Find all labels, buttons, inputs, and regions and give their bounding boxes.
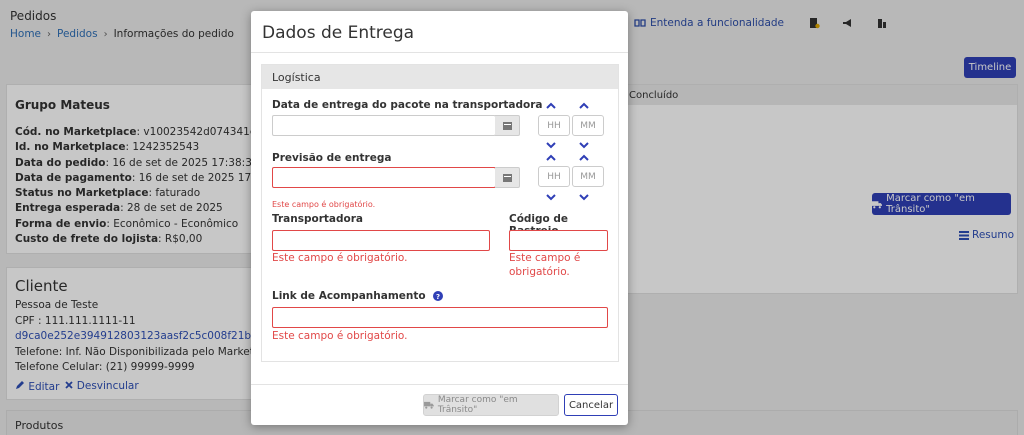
submit-in-transit-label: Marcar como "em Trânsito" bbox=[437, 395, 518, 415]
tracking-link-label: Link de Acompanhamento ? bbox=[272, 290, 444, 302]
hours-up-icon[interactable] bbox=[545, 101, 557, 111]
carrier-label: Transportadora bbox=[272, 213, 364, 225]
minutes-down-icon[interactable] bbox=[578, 140, 590, 150]
delivery-date-label: Data de entrega do pacote na transportad… bbox=[272, 99, 543, 111]
divider bbox=[251, 384, 628, 385]
minutes-up-icon[interactable] bbox=[578, 153, 590, 163]
carrier-input[interactable] bbox=[272, 230, 490, 251]
truck-icon bbox=[424, 401, 434, 409]
tracking-code-input[interactable] bbox=[509, 230, 608, 251]
svg-text:?: ? bbox=[436, 293, 440, 301]
hours-down-icon[interactable] bbox=[545, 140, 557, 150]
help-circle-icon[interactable]: ? bbox=[433, 291, 444, 301]
forecast-hours-input[interactable]: HH bbox=[538, 166, 570, 187]
delivery-date-input[interactable] bbox=[272, 115, 496, 136]
minutes-up-icon[interactable] bbox=[578, 101, 590, 111]
cancel-button[interactable]: Cancelar bbox=[564, 394, 618, 416]
forecast-error: Este campo é obrigatório. bbox=[272, 200, 376, 209]
divider bbox=[251, 52, 628, 53]
tracking-link-input[interactable] bbox=[272, 307, 608, 328]
submit-in-transit-button[interactable]: Marcar como "em Trânsito" bbox=[423, 394, 559, 416]
forecast-date-input[interactable] bbox=[272, 167, 496, 188]
modal-title: Dados de Entrega bbox=[262, 23, 415, 43]
calendar-icon bbox=[502, 122, 512, 130]
delivery-minutes-input[interactable]: MM bbox=[572, 115, 604, 136]
tracking-link-error: Este campo é obrigatório. bbox=[272, 330, 408, 342]
delivery-data-modal: Dados de Entrega Logística Data de entre… bbox=[251, 11, 628, 425]
hours-down-icon[interactable] bbox=[545, 192, 557, 202]
delivery-hours-input[interactable]: HH bbox=[538, 115, 570, 136]
forecast-label: Previsão de entrega bbox=[272, 152, 392, 164]
delivery-date-calendar-button[interactable] bbox=[495, 115, 520, 136]
tracking-code-error: Este campo é obrigatório. bbox=[509, 252, 581, 278]
hours-up-icon[interactable] bbox=[545, 153, 557, 163]
forecast-minutes-input[interactable]: MM bbox=[572, 166, 604, 187]
logistics-section-title: Logística bbox=[262, 65, 618, 89]
tracking-link-label-text: Link de Acompanhamento bbox=[272, 290, 426, 302]
carrier-error: Este campo é obrigatório. bbox=[272, 252, 408, 264]
calendar-icon bbox=[502, 174, 512, 182]
minutes-down-icon[interactable] bbox=[578, 192, 590, 202]
logistics-section: Logística Data de entrega do pacote na t… bbox=[261, 64, 619, 362]
forecast-calendar-button[interactable] bbox=[495, 167, 520, 188]
